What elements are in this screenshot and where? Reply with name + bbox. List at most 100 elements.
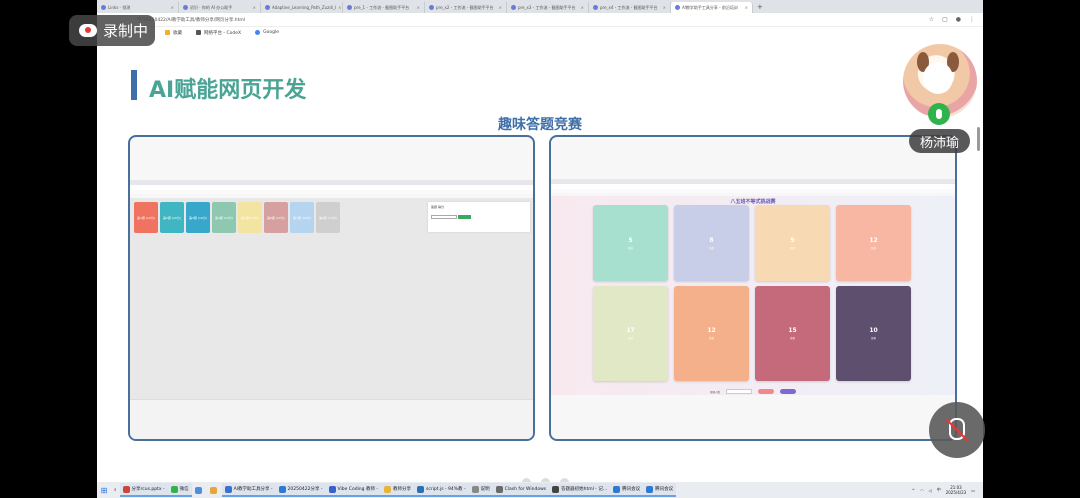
close-icon[interactable]: ×: [171, 5, 174, 10]
browser-tab[interactable]: pre_x2 - 工作流 - 截图助手平台 ×: [425, 2, 507, 13]
taskbar-app[interactable]: 腾讯会议: [643, 483, 677, 497]
slide-subtitle: 趣味答题竞赛: [498, 117, 582, 133]
profile-icon[interactable]: ●: [956, 16, 961, 23]
reset-button: [780, 389, 796, 394]
bookmark-item[interactable]: 网络平台 - CodeX: [196, 30, 241, 36]
tab-label: Links - 领测: [108, 4, 131, 10]
wifi-icon[interactable]: ◠: [920, 488, 924, 493]
app-icon: [552, 485, 560, 493]
taskbar-app[interactable]: AI教学助工具分享 -: [221, 483, 276, 497]
taskbar-app[interactable]: 答题器初始html - 记...: [549, 483, 611, 497]
score-card-value: 17: [626, 327, 635, 334]
pen-icon: [196, 30, 201, 35]
tab-favicon-icon: [429, 5, 434, 10]
question-card: 第5题 (10分): [238, 202, 262, 233]
new-tab-button[interactable]: +: [757, 3, 763, 11]
browser-tab[interactable]: pre_x3 - 工作流 - 截图助手平台 ×: [507, 2, 589, 13]
clock[interactable]: 21:03 2025/4/23: [946, 485, 967, 495]
menu-icon[interactable]: ⋮: [969, 16, 975, 23]
taskbar-app-label: 20250422分享 -: [287, 487, 323, 492]
notification-icon[interactable]: ▭: [971, 488, 975, 493]
app-icon: [170, 485, 178, 493]
score-card-grid: 5 答题 8 答题 9 答题 12 答题 17 答题 12 答题 15 答题 10 答题: [593, 205, 911, 381]
app-icon: [613, 485, 621, 493]
answer-input: [431, 215, 457, 219]
bookmark-item[interactable]: Google: [255, 30, 279, 35]
tab-favicon-icon: [265, 5, 270, 10]
close-icon[interactable]: ×: [745, 5, 748, 10]
score-card-value: 8: [709, 236, 714, 244]
screenshot-panel-left: 第1题 (10分) 第2题 (10分) 第3题 (10分) 第4题 (10分) 第5题 …: [128, 135, 535, 441]
score-card-value: 12: [707, 327, 716, 334]
scrollbar-thumb[interactable]: [977, 127, 980, 151]
tab-favicon-icon: [183, 5, 188, 10]
bookmarks-bar: 收藏 网络平台 - CodeX Google: [97, 27, 983, 38]
windows-taskbar: ⊞ ⌕ 分享rcus.pptx - 微信 AI教学助工具分享 - 20250422分…: [97, 482, 983, 498]
volume-icon[interactable]: ◁: [929, 488, 932, 493]
close-icon[interactable]: ×: [663, 5, 666, 10]
title-accent-bar: [131, 70, 137, 100]
close-icon[interactable]: ×: [499, 5, 502, 10]
clock-date: 2025/4/23: [945, 490, 967, 495]
chevron-up-icon[interactable]: ^: [912, 488, 915, 493]
close-icon[interactable]: ×: [338, 5, 341, 10]
score-card-caption: 答题: [789, 337, 795, 340]
taskbar-app-label: Vibe Coding 教师 -: [337, 487, 378, 492]
taskbar-app[interactable]: [207, 483, 222, 497]
app-icon: [122, 485, 130, 493]
submit-button: [457, 215, 471, 219]
question-card: 第6题 (10分): [264, 202, 288, 233]
browser-tab[interactable]: Adaptive_Learning_Path_Zuzdi_I ×: [261, 2, 343, 13]
question-card: 第8题 (10分): [316, 202, 340, 233]
score-card-value: 15: [788, 327, 797, 334]
score-card-caption: 答题: [627, 246, 633, 250]
taskbar-app[interactable]: 分享rcus.pptx -: [119, 483, 168, 497]
score-card-value: 12: [869, 236, 878, 244]
start-button: [758, 389, 774, 394]
extensions-icon[interactable]: ▢: [942, 16, 948, 23]
tab-favicon-icon: [347, 5, 352, 10]
recording-label: 录制中: [103, 22, 149, 40]
browser-tab[interactable]: pre_1 - 工作流 - 截图助手平台 ×: [343, 2, 425, 13]
browser-tab[interactable]: pre_x4 - 工作流 - 截图助手平台 ×: [589, 2, 671, 13]
tab-label: pre_x3 - 工作流 - 截图助手平台: [518, 4, 576, 10]
taskbar-app[interactable]: 20250422分享 -: [275, 483, 326, 497]
recording-indicator[interactable]: 录制中: [69, 15, 155, 46]
browser-tab[interactable]: 初识 · 你的 AI 办公助手 ×: [179, 2, 261, 13]
quiz-answer-box: 答题 得分: [428, 202, 530, 232]
taskbar-app-label: 分享rcus.pptx -: [131, 487, 165, 492]
taskbar-app[interactable]: script.js - 94%教 -: [414, 483, 469, 497]
taskbar-app-label: 答题器初始html - 记...: [561, 487, 608, 492]
score-card: 8 答题: [674, 205, 749, 281]
mini-bookmarks-bar: [130, 190, 533, 194]
microphone-muted-button[interactable]: [929, 402, 985, 458]
input-language[interactable]: 中: [937, 487, 941, 493]
windows-start-icon[interactable]: ⊞: [97, 486, 111, 495]
taskbar-app[interactable]: [192, 483, 207, 497]
question-card: 第4题 (10分): [212, 202, 236, 233]
taskbar-app[interactable]: 教师分享: [381, 483, 414, 497]
close-icon[interactable]: ×: [253, 5, 256, 10]
taskbar-app[interactable]: 说明: [468, 483, 493, 497]
taskbar-app-label: script.js - 94%教 -: [426, 487, 466, 492]
browser-tab-active[interactable]: AI教学助手工具分享 - 前沿培训 ×: [671, 2, 753, 13]
board-controls: 答题人数: [551, 389, 955, 394]
score-card-caption: 答题: [870, 246, 876, 250]
taskbar-app[interactable]: Clash for Windows: [492, 483, 550, 497]
browser-tab[interactable]: Links - 领测 ×: [97, 2, 179, 13]
taskbar-app[interactable]: Vibe Coding 教师 -: [325, 483, 381, 497]
cloud-record-icon: [79, 24, 97, 37]
search-icon[interactable]: ⌕: [111, 483, 120, 497]
bookmark-star-icon[interactable]: ☆: [929, 16, 934, 23]
bookmark-item[interactable]: 收藏: [165, 30, 182, 36]
close-icon[interactable]: ×: [417, 5, 420, 10]
close-icon[interactable]: ×: [581, 5, 584, 10]
score-card-caption: 答题: [627, 337, 633, 340]
app-icon: [209, 486, 217, 494]
address-bar-icons: ☆ ▢ ● ⋮: [929, 16, 975, 23]
mini-page-footer: [130, 399, 533, 439]
taskbar-app[interactable]: 微信: [167, 483, 192, 497]
taskbar-app[interactable]: 腾讯会议: [610, 483, 644, 497]
tab-label: pre_1 - 工作流 - 截图助手平台: [354, 4, 410, 10]
address-bar[interactable]: 学/20250422/AI教学助工具/教师分享/网页分享.html ☆ ▢ ● …: [97, 13, 983, 27]
